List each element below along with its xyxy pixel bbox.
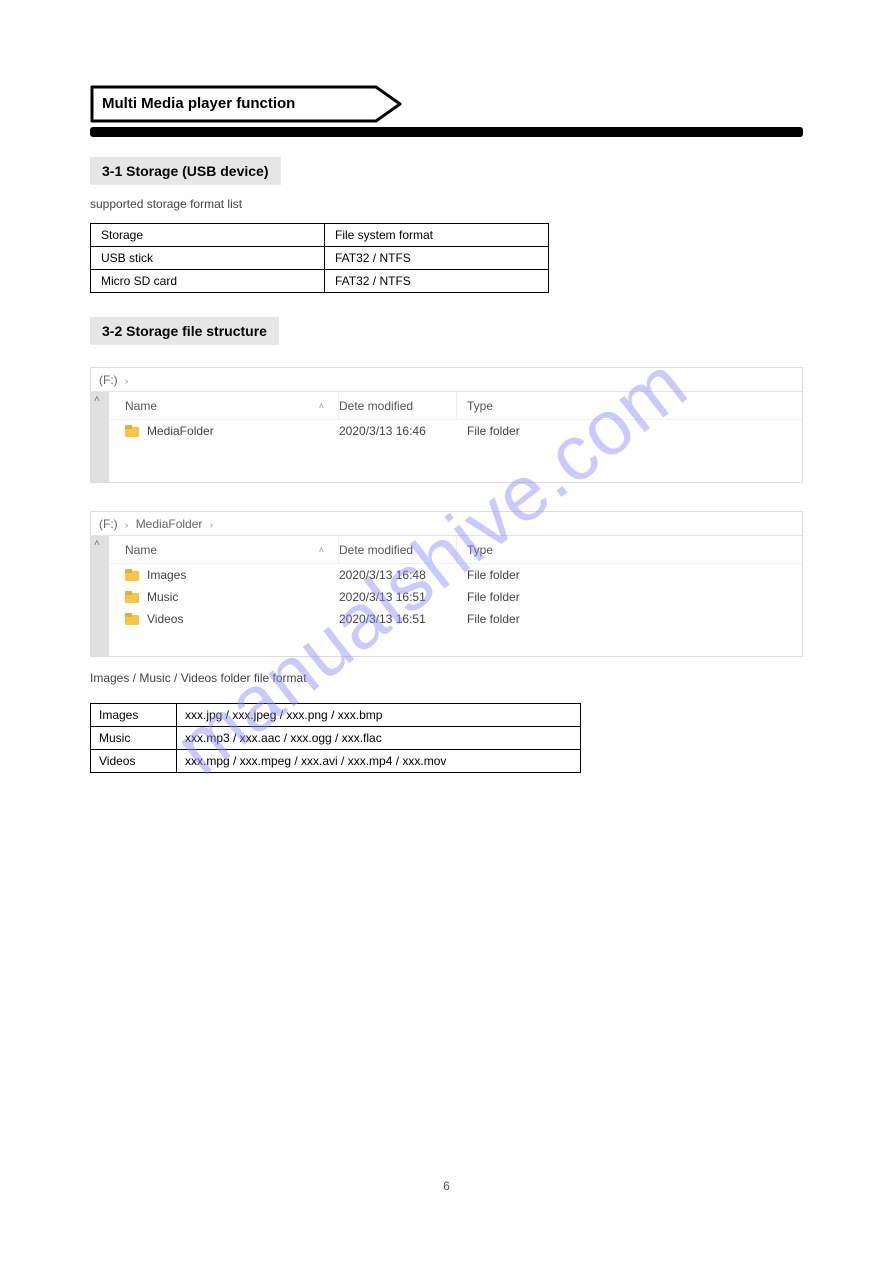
item-type: File folder [457,612,802,626]
section-3-1-subtext: supported storage format list [90,197,803,211]
breadcrumb[interactable]: (F:) › [91,368,802,392]
cell: Music [91,727,177,750]
section-3-1-heading: 3-1 Storage (USB device) [90,157,281,185]
folder-icon [125,569,139,581]
col-type[interactable]: Type [467,543,493,557]
item-date: 2020/3/13 16:51 [339,612,457,626]
table-row: USB stick FAT32 / NTFS [91,247,549,270]
col-date[interactable]: Dete modified [339,543,413,557]
cell: USB stick [91,247,325,270]
cell: Videos [91,750,177,773]
col-date[interactable]: Dete modified [339,399,413,413]
nav-pane[interactable]: ˄ [91,392,109,482]
col-name[interactable]: Name [125,399,157,413]
section-3-2-heading: 3-2 Storage file structure [90,317,279,345]
breadcrumb-root[interactable]: (F:) [99,373,118,387]
sort-caret-icon[interactable]: ˄ [319,545,324,555]
chevron-right-icon: › [125,376,128,387]
breadcrumb-root[interactable]: (F:) [99,517,118,531]
table-row: Videos xxx.mpg / xxx.mpeg / xxx.avi / xx… [91,750,581,773]
cell: Micro SD card [91,270,325,293]
divider-bar [90,127,803,137]
explorer-mediafolder-view: (F:) › MediaFolder › ˄ Name ˄ Dete modif… [90,511,803,657]
chapter-banner: Multi Media player function [90,85,803,123]
page-number: 6 [443,1179,450,1193]
list-item[interactable]: Music 2020/3/13 16:51 File folder [109,586,802,608]
storage-format-table: Storage File system format USB stick FAT… [90,223,549,293]
item-date: 2020/3/13 16:46 [339,424,457,438]
chevron-right-icon: › [210,520,213,531]
item-name: MediaFolder [147,424,214,438]
format-note: Images / Music / Videos folder file form… [90,671,803,685]
list-item[interactable]: Images 2020/3/13 16:48 File folder [109,564,802,586]
list-item[interactable]: Videos 2020/3/13 16:51 File folder [109,608,802,630]
column-headers[interactable]: Name ˄ Dete modified Type [109,536,802,564]
col-name[interactable]: Name [125,543,157,557]
chapter-title: Multi Media player function [102,85,295,123]
cell: xxx.mp3 / xxx.aac / xxx.ogg / xxx.flac [177,727,581,750]
item-date: 2020/3/13 16:51 [339,590,457,604]
column-headers[interactable]: Name ˄ Dete modified Type [109,392,802,420]
chevron-right-icon: › [125,520,128,531]
item-date: 2020/3/13 16:48 [339,568,457,582]
col-type[interactable]: Type [467,399,493,413]
cell: Storage [91,224,325,247]
breadcrumb-folder[interactable]: MediaFolder [136,517,203,531]
folder-icon [125,425,139,437]
item-name: Images [147,568,186,582]
table-row: Music xxx.mp3 / xxx.aac / xxx.ogg / xxx.… [91,727,581,750]
cell: Images [91,704,177,727]
file-format-table: Images xxx.jpg / xxx.jpeg / xxx.png / xx… [90,703,581,773]
folder-icon [125,613,139,625]
item-name: Videos [147,612,183,626]
table-row: Micro SD card FAT32 / NTFS [91,270,549,293]
chevron-up-icon[interactable]: ˄ [94,538,100,549]
table-row: Storage File system format [91,224,549,247]
folder-icon [125,591,139,603]
item-type: File folder [457,590,802,604]
item-type: File folder [457,568,802,582]
chevron-up-icon[interactable]: ˄ [94,394,100,405]
list-item[interactable]: MediaFolder 2020/3/13 16:46 File folder [109,420,802,442]
explorer-root-view: (F:) › ˄ Name ˄ Dete modified Type [90,367,803,483]
breadcrumb[interactable]: (F:) › MediaFolder › [91,512,802,536]
item-name: Music [147,590,178,604]
cell: xxx.mpg / xxx.mpeg / xxx.avi / xxx.mp4 /… [177,750,581,773]
cell: File system format [325,224,549,247]
nav-pane[interactable]: ˄ [91,536,109,656]
cell: FAT32 / NTFS [325,247,549,270]
sort-caret-icon[interactable]: ˄ [319,401,324,411]
cell: FAT32 / NTFS [325,270,549,293]
cell: xxx.jpg / xxx.jpeg / xxx.png / xxx.bmp [177,704,581,727]
table-row: Images xxx.jpg / xxx.jpeg / xxx.png / xx… [91,704,581,727]
item-type: File folder [457,424,802,438]
